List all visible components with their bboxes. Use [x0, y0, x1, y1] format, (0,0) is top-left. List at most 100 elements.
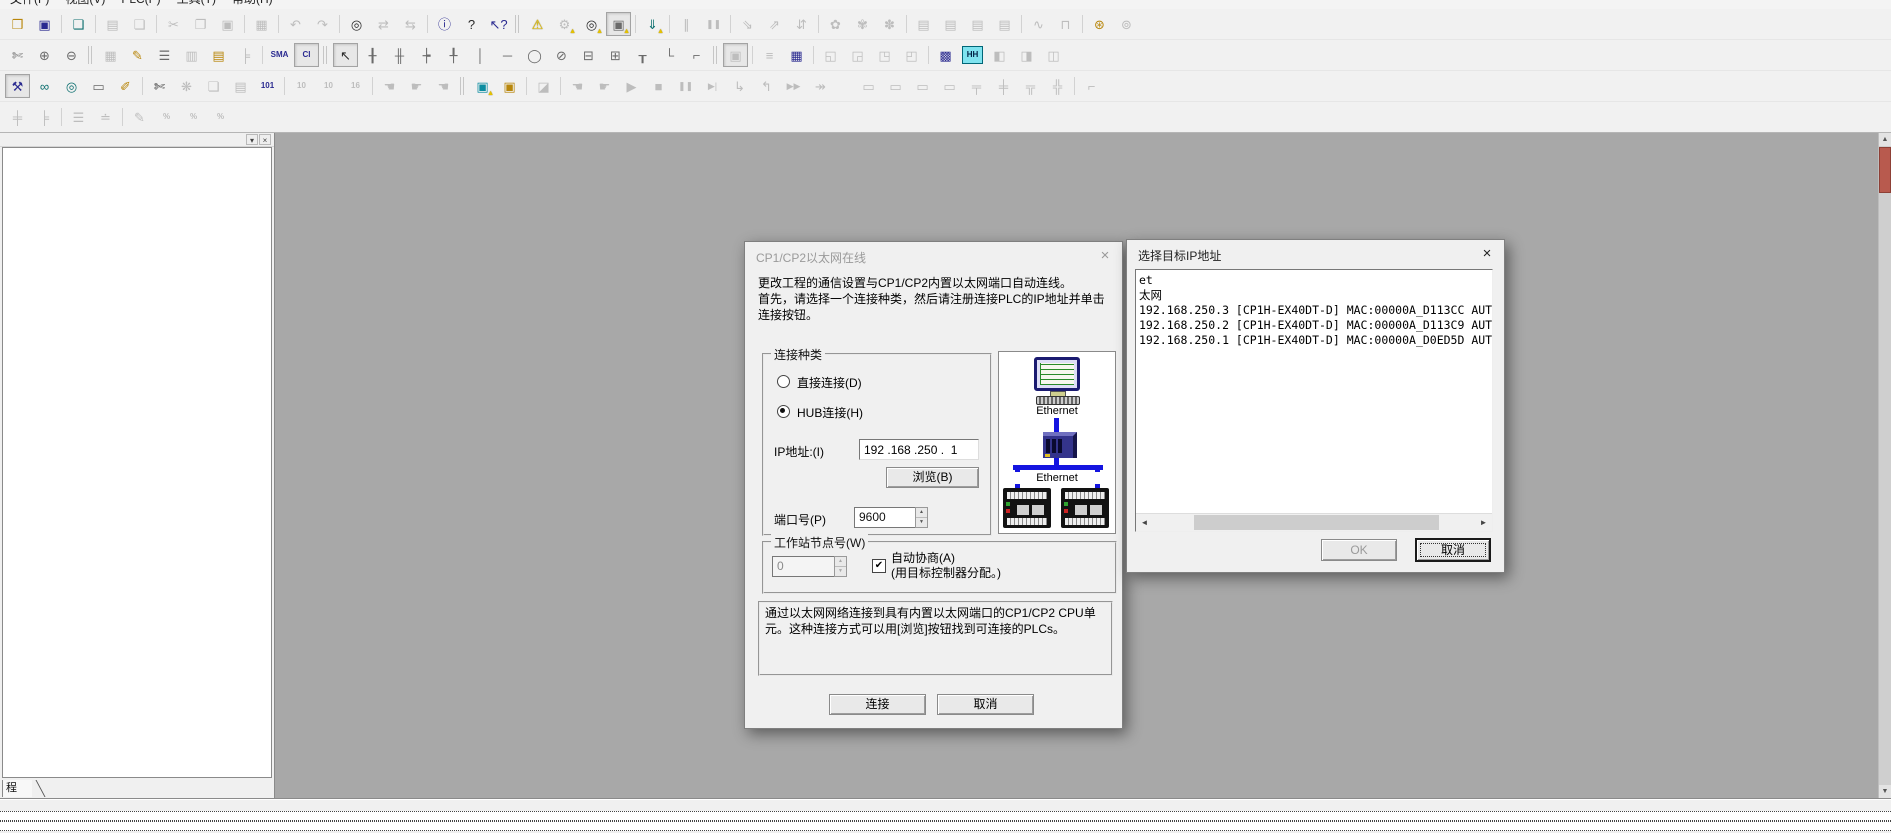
rack-4-button[interactable]: ╬	[1045, 74, 1070, 98]
data-trace-button[interactable]: ⊓	[1053, 12, 1078, 36]
help-button[interactable]: ?	[459, 12, 484, 36]
page-setup-button[interactable]: ❑	[66, 12, 91, 36]
rung-comment-list-button[interactable]: ▤	[228, 74, 253, 98]
delete-tool-button[interactable]: ⌐	[684, 43, 709, 67]
online-edit-button[interactable]: ▣▲	[606, 12, 631, 36]
simulator-transfer-button[interactable]: ▣	[497, 74, 522, 98]
protect-set-button[interactable]: ✿	[823, 12, 848, 36]
sim-run-button[interactable]: ▶	[619, 74, 644, 98]
force-on-button[interactable]: ◱	[818, 43, 843, 67]
canvas-vscrollbar[interactable]: ▲ ▼	[1878, 133, 1891, 798]
mnemonic-view-button[interactable]: ✎	[125, 43, 150, 67]
ok-button[interactable]: OK	[1321, 539, 1397, 561]
watch-sheet-1-button[interactable]: ◧	[987, 43, 1012, 67]
watch-view-button[interactable]: ∞	[32, 74, 57, 98]
address-reference-button[interactable]: ▥	[179, 43, 204, 67]
vscroll-down-icon[interactable]: ▼	[1879, 785, 1891, 798]
hscroll-left-icon[interactable]: ◄	[1136, 514, 1153, 531]
binary-monitor-button[interactable]: ▩	[933, 43, 958, 67]
decimal-format-button[interactable]: 10	[289, 74, 314, 98]
dock-toggle-button[interactable]: ▾	[246, 134, 258, 145]
align-list-button[interactable]: ☰	[66, 105, 91, 129]
auto-negotiate-label[interactable]: 自动协商(A) (用目标控制器分配。)	[891, 551, 1001, 581]
io-comment-button[interactable]: ❏	[201, 74, 226, 98]
watch-sheet-2-button[interactable]: ◨	[1014, 43, 1039, 67]
instruction-button[interactable]: ⊟	[576, 43, 601, 67]
percent-3-button[interactable]: %	[208, 105, 233, 129]
port-up-icon[interactable]: ▲	[916, 508, 927, 518]
device-list-hscrollbar[interactable]: ◄ ►	[1136, 513, 1492, 531]
menu-item[interactable]: PLC(P)	[113, 0, 168, 9]
device-list-item[interactable]: et	[1136, 270, 1492, 288]
find-button[interactable]: ◎	[344, 12, 369, 36]
rung-annotation-button[interactable]: ☰	[152, 43, 177, 67]
monitor-hold-2-button[interactable]: ☛	[404, 74, 429, 98]
zoom-out-button[interactable]: ⊖	[59, 43, 84, 67]
browse-button[interactable]: 浏览(B)	[886, 467, 979, 488]
used-addresses-button[interactable]: ❋	[174, 74, 199, 98]
copy-button[interactable]: ❐	[188, 12, 213, 36]
download-to-plc-button[interactable]: ⇘	[735, 12, 760, 36]
set-password-button[interactable]: ⊚	[1114, 12, 1139, 36]
watch-sheet-3-button[interactable]: ◫	[1041, 43, 1066, 67]
watch-window-button[interactable]: HH	[960, 43, 985, 67]
rack-3-button[interactable]: ╦	[1018, 74, 1043, 98]
sim-pause-button[interactable]: ❚❚	[673, 74, 698, 98]
block-end-button[interactable]: └	[657, 43, 682, 67]
release-access-rights-button[interactable]: ⊛	[1087, 12, 1112, 36]
menu-item[interactable]: 视图(V)	[57, 0, 113, 9]
rack-1-button[interactable]: ╤	[964, 74, 989, 98]
close-workspace-button[interactable]: ×	[259, 134, 271, 145]
connect-button[interactable]: 连接	[829, 694, 926, 715]
return-button[interactable]: ⌐	[1079, 74, 1104, 98]
device-list-item[interactable]: 192.168.250.1 [CP1H-EX40DT-D] MAC:00000A…	[1136, 333, 1492, 348]
style-pen-button[interactable]: ✎	[127, 105, 152, 129]
dialog1-close-icon[interactable]: ×	[1088, 242, 1122, 270]
dialog1-titlebar[interactable]: CP1/CP2以太网在线 ×	[745, 242, 1122, 270]
transfer-online-button[interactable]: ⇓▲	[640, 12, 665, 36]
device-list-item[interactable]: 192.168.250.2 [CP1H-EX40DT-D] MAC:00000A…	[1136, 318, 1492, 333]
project-tree-area[interactable]	[2, 147, 272, 778]
io-table-3-button[interactable]: ▭	[910, 74, 935, 98]
indent-rung-button[interactable]: ╞	[32, 105, 57, 129]
select-mode-button[interactable]: ↖	[333, 43, 358, 67]
save-project-button[interactable]: ▣	[32, 12, 57, 36]
immediate-instruction-button[interactable]: ┰	[630, 43, 655, 67]
step-out-button[interactable]: ↰	[754, 74, 779, 98]
horizontal-line-button[interactable]: ─	[495, 43, 520, 67]
hex-format-button[interactable]: 16	[343, 74, 368, 98]
ci-view-button[interactable]: CI	[294, 43, 319, 67]
verify-protect-button[interactable]: ✽	[877, 12, 902, 36]
pause-button[interactable]: ❚❚	[701, 12, 726, 36]
zoom-tool-button[interactable]: ✄	[5, 43, 30, 67]
find-bit-address-button[interactable]: ✄	[147, 74, 172, 98]
io-table-4-button[interactable]: ▭	[937, 74, 962, 98]
cross-reference-button[interactable]: ◎	[59, 74, 84, 98]
replace-button[interactable]: ⇄	[371, 12, 396, 36]
info-button[interactable]: ⓘ	[432, 12, 457, 36]
rung-tree-button[interactable]: ╞	[233, 43, 258, 67]
menu-item[interactable]: 工具(T)	[169, 0, 224, 9]
io-dialog-button[interactable]: 101	[255, 74, 280, 98]
plc-memory-2-button[interactable]: ▤	[938, 12, 963, 36]
menu-item[interactable]: 帮助(H)	[224, 0, 281, 9]
protect-release-button[interactable]: ✾	[850, 12, 875, 36]
monitor-hold-3-button[interactable]: ☚	[431, 74, 456, 98]
output-row-2[interactable]	[0, 821, 1891, 831]
menu-item[interactable]: 文件(F)	[2, 0, 57, 9]
upload-from-plc-button[interactable]: ⇗	[762, 12, 787, 36]
grid-toggle-button[interactable]: ▦	[98, 43, 123, 67]
output-row-1[interactable]	[0, 811, 1891, 821]
vertical-line-button[interactable]: │	[468, 43, 493, 67]
compare-with-plc-button[interactable]: ⇵	[789, 12, 814, 36]
symbol-table-button[interactable]: ▤	[206, 43, 231, 67]
port-value[interactable]: 9600	[854, 507, 915, 528]
dialog2-titlebar[interactable]: 选择目标IP地址 ×	[1127, 240, 1504, 268]
local-window-button[interactable]: ▭	[86, 74, 111, 98]
clear-breakpoints-button[interactable]: ☛	[592, 74, 617, 98]
direct-connection-radio[interactable]	[777, 375, 790, 388]
zoom-in-button[interactable]: ⊕	[32, 43, 57, 67]
port-down-icon[interactable]: ▼	[916, 518, 927, 527]
print-preview-button[interactable]: ❏	[127, 12, 152, 36]
align-top-button[interactable]: ≐	[93, 105, 118, 129]
